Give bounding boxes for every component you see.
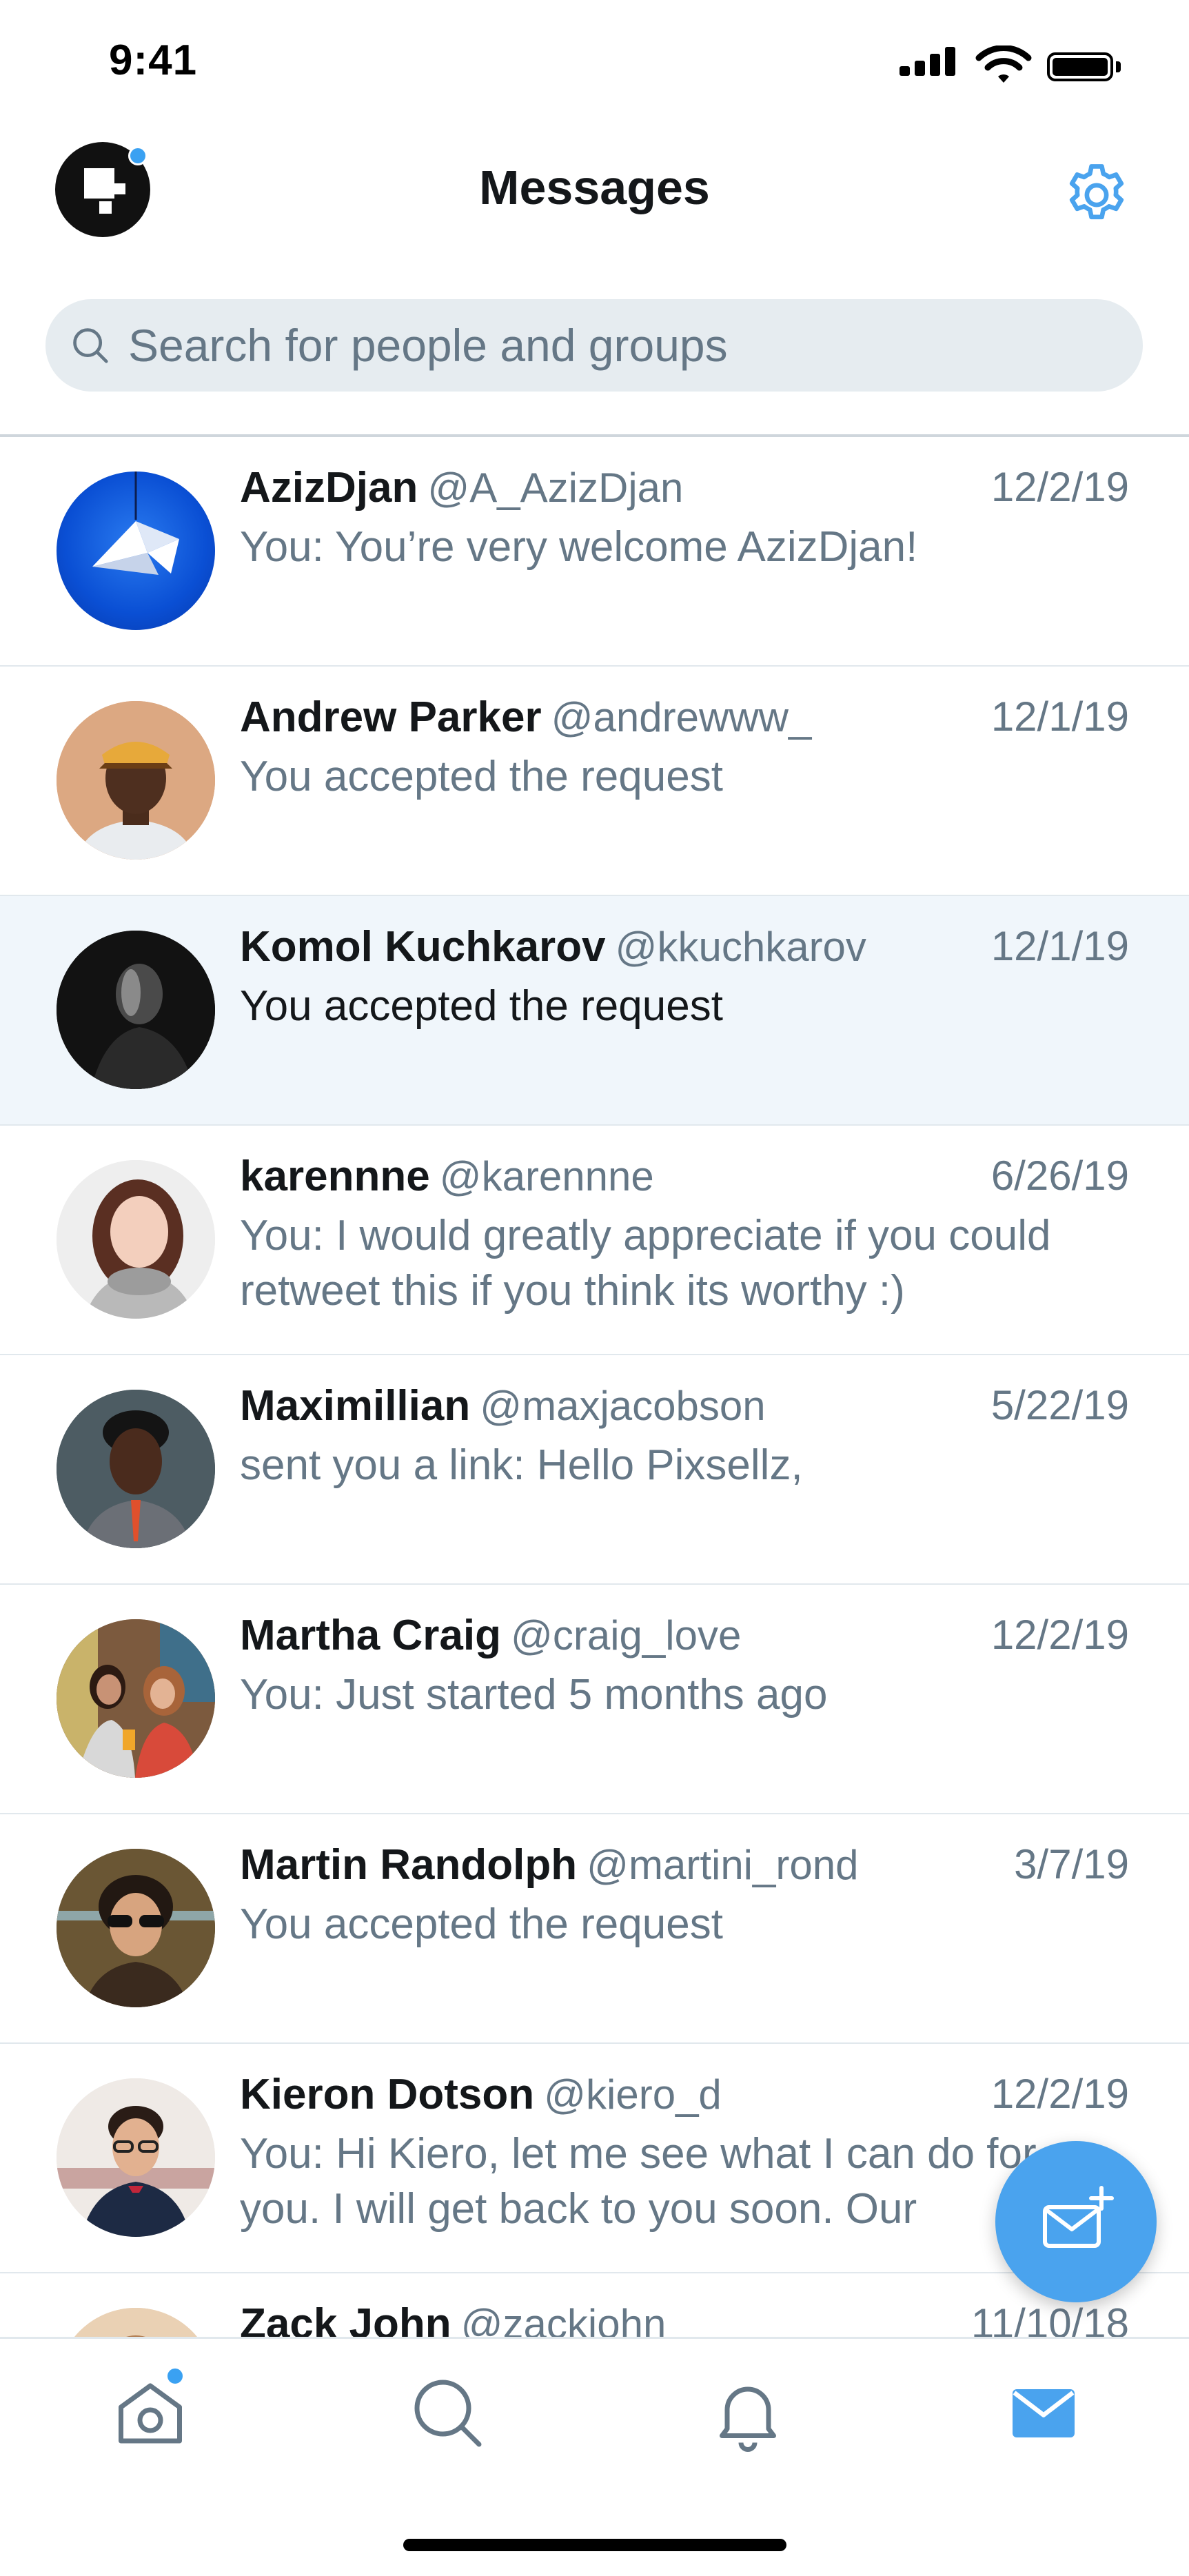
conversation-header: Maximillian @maxjacobson 5/22/19 xyxy=(240,1381,1129,1437)
compose-message-icon xyxy=(1043,2186,1114,2248)
status-bar: 9:41 xyxy=(0,0,1189,131)
message-date: 12/1/19 xyxy=(990,923,1129,969)
status-time: 9:41 xyxy=(109,37,198,84)
message-date: 11/10/18 xyxy=(970,2300,1129,2337)
mail-icon[interactable] xyxy=(1002,2372,1085,2455)
conversation-row-selected[interactable]: Komol Kuchkarov @kkuchkarov 12/1/19 You a… xyxy=(0,896,1189,1126)
contact-name: Maximillian xyxy=(240,1382,471,1430)
conversation-header: Andrew Parker @andrewww_ 12/1/19 xyxy=(240,693,1129,748)
search-bar[interactable] xyxy=(45,299,1143,392)
conversation-list[interactable]: AzizDjan @A_AzizDjan 12/2/19 You: You’re … xyxy=(0,437,1189,2337)
conversation-header: Komol Kuchkarov @kkuchkarov 12/1/19 xyxy=(240,922,1129,977)
contact-handle: @craig_love xyxy=(510,1612,742,1659)
conversation-header: AzizDjan @A_AzizDjan 12/2/19 xyxy=(240,463,1129,518)
bell-icon[interactable] xyxy=(707,2372,789,2455)
contact-name: Zack John xyxy=(240,2300,451,2337)
new-message-button[interactable] xyxy=(995,2141,1157,2302)
cellular-signal-icon xyxy=(900,44,962,85)
message-date: 6/26/19 xyxy=(990,1153,1129,1199)
contact-name: Komol Kuchkarov xyxy=(240,923,606,971)
conversation-header: Kieron Dotson @kiero_d 12/2/19 xyxy=(240,2070,1129,2125)
conversation-row[interactable]: Martin Randolph @martini_rond 3/7/19 You … xyxy=(0,1814,1189,2044)
avatar[interactable] xyxy=(57,701,215,860)
paper-crane-icon xyxy=(92,471,179,575)
person-portrait xyxy=(57,2308,215,2337)
conversation-row[interactable]: AzizDjan @A_AzizDjan 12/2/19 You: You’re … xyxy=(0,437,1189,667)
message-date: 12/2/19 xyxy=(990,464,1129,510)
conversation-header: Zack John @zackjohn 11/10/18 xyxy=(240,2300,1129,2337)
message-preview: You accepted the request xyxy=(240,1900,723,1948)
message-preview: You: I would greatly appreciate if you c… xyxy=(240,1212,1051,1315)
conversation-row[interactable]: Martha Craig @craig_love 12/2/19 You: Jus… xyxy=(0,1585,1189,1814)
contact-name: Martha Craig xyxy=(240,1612,501,1659)
contact-handle: @A_AzizDjan xyxy=(427,465,684,511)
conversation-row[interactable]: Andrew Parker @andrewww_ 12/1/19 You acce… xyxy=(0,667,1189,896)
avatar[interactable] xyxy=(57,1390,215,1548)
conversation-row[interactable]: karennne @karennne 6/26/19 You: I would g… xyxy=(0,1126,1189,1355)
message-preview: You: You’re very welcome AzizDjan! xyxy=(240,523,918,571)
person-portrait xyxy=(57,931,215,1089)
person-portrait xyxy=(57,1160,215,1319)
avatar[interactable] xyxy=(57,1849,215,2007)
person-portrait xyxy=(57,701,215,860)
contact-name: Kieron Dotson xyxy=(240,2071,535,2118)
contact-handle: @kiero_d xyxy=(544,2071,722,2118)
conversation-header: Martha Craig @craig_love 12/2/19 xyxy=(240,1611,1129,1666)
conversation-header: karennne @karennne 6/26/19 xyxy=(240,1152,1129,1207)
message-date: 12/2/19 xyxy=(990,2071,1129,2117)
message-date: 12/1/19 xyxy=(990,693,1129,740)
message-preview: You accepted the request xyxy=(240,982,723,1030)
message-preview: You: Just started 5 months ago xyxy=(240,1671,828,1718)
message-preview: sent you a link: Hello Pixsellz, xyxy=(240,1441,803,1489)
person-portrait xyxy=(57,2078,215,2237)
person-portrait xyxy=(57,1390,215,1548)
contact-name: AzizDjan xyxy=(240,464,418,511)
avatar[interactable] xyxy=(57,931,215,1089)
header: Messages xyxy=(0,131,1189,269)
conversation-row[interactable]: Maximillian @maxjacobson 5/22/19 sent you… xyxy=(0,1355,1189,1585)
search-icon xyxy=(73,328,108,363)
conversation-row[interactable]: Zack John @zackjohn 11/10/18 xyxy=(0,2273,1189,2337)
avatar[interactable] xyxy=(57,1160,215,1319)
search-icon[interactable] xyxy=(407,2372,489,2455)
wifi-icon xyxy=(975,45,1032,83)
gear-icon[interactable] xyxy=(1060,159,1133,232)
tab-bar xyxy=(0,2337,1189,2576)
contact-handle: @karennne xyxy=(439,1153,654,1199)
contact-handle: @zackjohn xyxy=(460,2301,667,2337)
contact-handle: @andrewww_ xyxy=(551,694,812,740)
avatar[interactable] xyxy=(57,1619,215,1778)
battery-icon xyxy=(1047,52,1113,81)
avatar[interactable] xyxy=(57,471,215,630)
page-title: Messages xyxy=(479,161,710,214)
contact-name: Martin Randolph xyxy=(240,1841,578,1889)
contact-name: Andrew Parker xyxy=(240,693,542,741)
home-indicator xyxy=(403,2539,786,2551)
message-date: 12/2/19 xyxy=(990,1612,1129,1658)
message-date: 3/7/19 xyxy=(1014,1841,1129,1887)
conversation-header: Martin Randolph @martini_rond 3/7/19 xyxy=(240,1840,1129,1896)
notification-dot xyxy=(165,2366,185,2386)
avatar[interactable] xyxy=(57,2308,215,2337)
group-photo xyxy=(57,1619,215,1778)
contact-handle: @martini_rond xyxy=(587,1842,859,1888)
contact-name: karennne xyxy=(240,1153,430,1200)
contact-handle: @maxjacobson xyxy=(480,1383,766,1429)
status-icons xyxy=(900,44,1148,85)
search-input[interactable] xyxy=(128,299,1107,392)
message-date: 5/22/19 xyxy=(990,1382,1129,1428)
contact-handle: @kkuchkarov xyxy=(615,924,866,970)
message-preview: You accepted the request xyxy=(240,753,723,800)
avatar[interactable] xyxy=(57,2078,215,2237)
person-portrait xyxy=(57,1849,215,2007)
